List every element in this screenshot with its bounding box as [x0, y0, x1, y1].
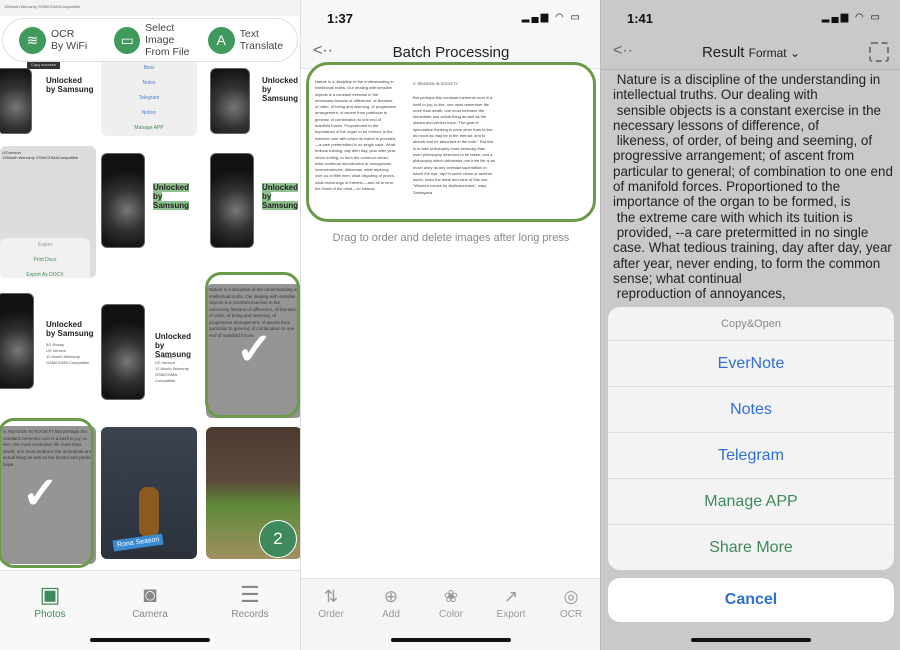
ocr-by-wifi-button[interactable]: ≋ OCR By WiFi	[3, 26, 108, 54]
order-button[interactable]: ⇅ Order	[301, 587, 361, 650]
status-time: 1:37	[327, 11, 354, 26]
nav-bar: <·· Result Format ⌄	[601, 40, 900, 68]
telegram-option[interactable]: Telegram	[608, 432, 894, 478]
photo-tile[interactable]: Unlocked by Samsung 5G Ready US Version 12 …	[0, 290, 96, 418]
selection-ring	[205, 272, 300, 418]
tab-records[interactable]: ☰ Records	[200, 571, 300, 650]
status-time: 1:41	[627, 11, 654, 26]
export-tile[interactable]: USVersion 12Month Warranty GSM/CDMACompat…	[0, 146, 96, 278]
cancel-button[interactable]: Cancel	[608, 578, 894, 622]
photo-tile[interactable]: Unlocked by Samsung 5G Ready US Version 12 …	[101, 290, 197, 418]
translate-icon: A	[207, 26, 235, 54]
share-manage-app: Manage APP	[134, 125, 164, 131]
photo-tile[interactable]: Unlocked by Samsung	[206, 146, 300, 278]
sort-icon: ⇅	[323, 587, 339, 606]
share-bear: Bear	[143, 65, 155, 71]
evernote-option[interactable]: EverNote	[608, 340, 894, 386]
export-docx-item[interactable]: Export As DOCX	[0, 268, 90, 278]
home-indicator	[391, 638, 511, 642]
result-text[interactable]: Nature is a discipline of the understand…	[613, 72, 895, 312]
page-left-text: Nature is a discipline of the understand…	[315, 79, 397, 192]
selection-ring	[0, 418, 94, 568]
copy-open-sheet: Copy&Open EverNote Notes Telegram Manage…	[608, 307, 894, 570]
share-notes: Notes	[142, 80, 156, 86]
page-title: Result	[701, 44, 745, 61]
select-image-from-file-button[interactable]: ▭ Select Image From File	[108, 22, 203, 58]
back-icon[interactable]: <··	[313, 42, 333, 60]
back-icon[interactable]: <··	[613, 42, 633, 60]
photo-tile[interactable]: Unlocked by Samsung	[206, 62, 300, 136]
selected-count-badge[interactable]: 2	[259, 520, 297, 558]
notes-option[interactable]: Notes	[608, 386, 894, 432]
wifi-icon: ≋	[19, 26, 46, 54]
top-strip: 12Month Warranty GSM/CDMACompatible	[0, 0, 300, 16]
page-right: V. REASON IN SOCIETY But perhaps this co…	[413, 81, 495, 195]
color-icon: ❀	[443, 587, 459, 606]
home-indicator	[691, 638, 811, 642]
format-dropdown[interactable]: Format ⌄	[749, 46, 800, 60]
photos-icon: ▣	[39, 582, 61, 607]
photos-screen: 12Month Warranty GSM/CDMACompatible Unlo…	[0, 0, 300, 650]
quick-actions-bar: ≋ OCR By WiFi ▭ Select Image From File A T…	[2, 18, 298, 62]
scanned-pages-card[interactable]: Nature is a discipline of the understand…	[306, 62, 596, 222]
export-menu-title: Export	[37, 242, 53, 248]
records-icon: ☰	[240, 582, 260, 607]
status-icons: ▂▄▆ ◠ ▭	[521, 12, 582, 23]
result-screen: 1:41 ▂▄▆ ◠ ▭ <·· Result Format ⌄ Nature …	[600, 0, 900, 650]
add-icon: ⊕	[383, 587, 399, 606]
video-caption: Rona Season	[112, 533, 164, 552]
text-translate-button[interactable]: A Text Translate	[204, 26, 297, 54]
status-icons: ▂▄▆ ◠ ▭	[821, 12, 882, 23]
page-title: Batch Processing	[392, 44, 510, 61]
ocr-button[interactable]: ◎ OCR	[541, 587, 600, 650]
video-tile[interactable]: Rona Season	[101, 427, 197, 559]
manage-app-option[interactable]: Manage APP	[608, 478, 894, 524]
tab-photos[interactable]: ▣ Photos	[0, 571, 100, 650]
photo-tile[interactable]: Unlocked by Samsung	[101, 146, 197, 278]
camera-icon: ◙	[143, 582, 157, 607]
folder-icon: ▭	[114, 26, 141, 54]
batch-processing-screen: 1:37 ▂▄▆ ◠ ▭ <·· Batch Processing Nature…	[300, 0, 600, 650]
export-icon: ↗	[503, 587, 519, 606]
share-telegram: Telegram	[138, 95, 160, 101]
home-indicator	[90, 638, 210, 642]
scan-icon[interactable]	[869, 42, 889, 62]
share-more-option[interactable]: Share More	[608, 524, 894, 570]
tile-title: Unlocked by Samsung	[46, 76, 94, 94]
share-menu-tile[interactable]: Bear Notes Telegram Notion Manage APP	[101, 58, 197, 136]
print-docx-item[interactable]: Print Docx	[0, 253, 90, 268]
drag-hint: Drag to order and delete images after lo…	[332, 232, 570, 244]
photo-tile[interactable]: Unlocked by Samsung	[0, 62, 96, 136]
ocr-icon: ◎	[563, 587, 579, 606]
sheet-title: Copy&Open	[721, 317, 781, 330]
share-notion: Notion	[141, 110, 157, 116]
